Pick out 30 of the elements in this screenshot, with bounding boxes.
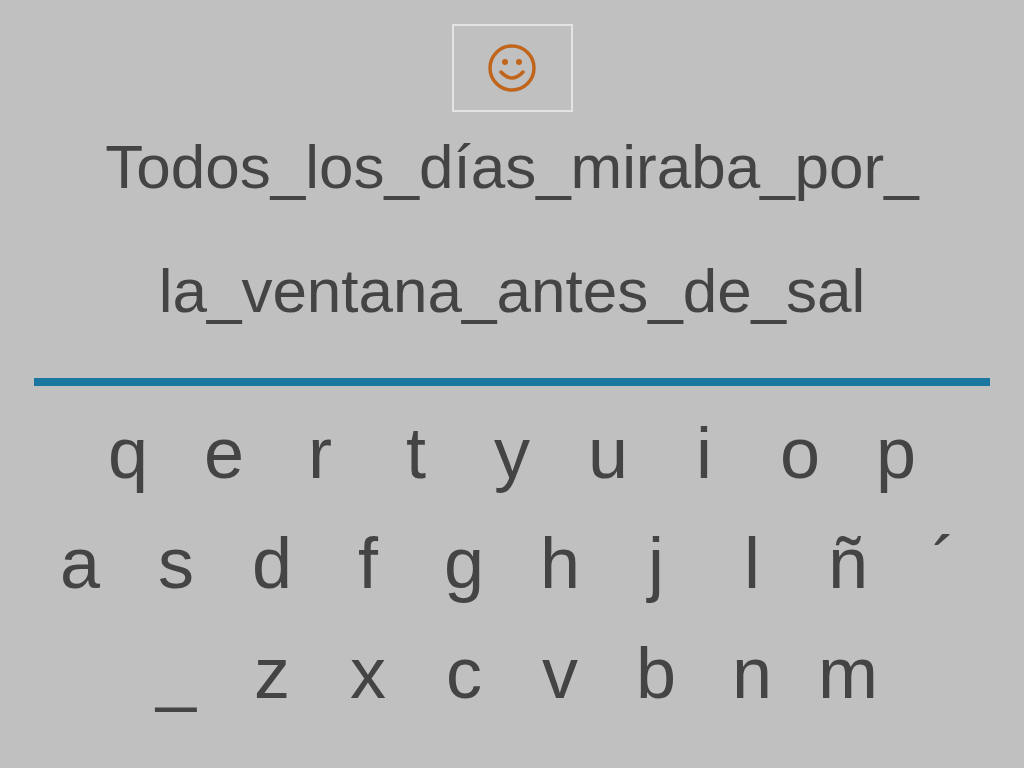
letter-key[interactable]: l [704,514,800,612]
letter-key[interactable]: c [416,624,512,722]
letter-key[interactable]: z [224,624,320,722]
letter-key[interactable]: a [32,514,128,612]
letter-key[interactable]: j [608,514,704,612]
phrase-line: Todos_los_días_miraba_por_ [105,131,919,203]
phrase-line: la_ventana_antes_de_sal [158,255,866,327]
letter-key[interactable]: ñ [800,514,896,612]
letter-key[interactable]: q [80,404,176,502]
letter-key[interactable]: x [320,624,416,722]
letter-key[interactable]: r [272,404,368,502]
letter-key[interactable]: m [800,624,896,722]
letter-key[interactable]: g [416,514,512,612]
letter-key[interactable]: ´ [896,514,992,612]
letter-key[interactable]: n [704,624,800,722]
letter-key[interactable]: f [320,514,416,612]
letter-key[interactable]: o [752,404,848,502]
letter-key[interactable]: u [560,404,656,502]
letter-key[interactable]: i [656,404,752,502]
letter-key[interactable]: b [608,624,704,722]
letter-key[interactable]: h [512,514,608,612]
letter-key[interactable]: s [128,514,224,612]
letter-key[interactable]: t [368,404,464,502]
letter-key[interactable]: y [464,404,560,502]
letter-key[interactable]: e [176,404,272,502]
letter-key[interactable]: v [512,624,608,722]
letter-key[interactable]: d [224,514,320,612]
letter-key[interactable]: p [848,404,944,502]
smiley-icon [487,43,537,93]
letter-key[interactable]: _ [128,624,224,722]
